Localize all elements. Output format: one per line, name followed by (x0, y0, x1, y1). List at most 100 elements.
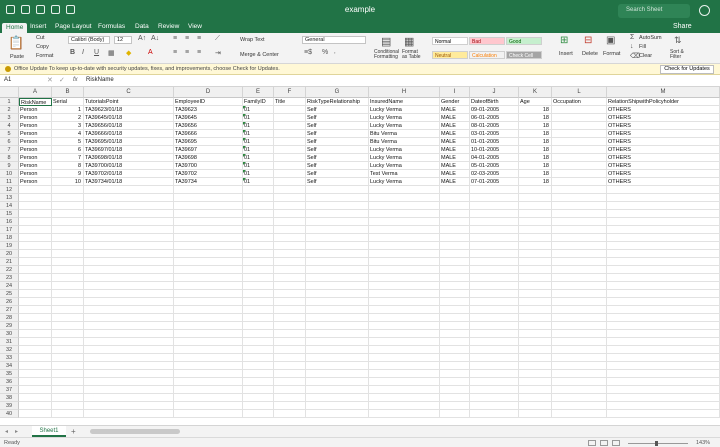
style-bad[interactable]: Bad (469, 37, 505, 45)
table-cell[interactable] (84, 234, 174, 242)
table-cell[interactable]: Person (19, 138, 52, 146)
table-cell[interactable]: 01 (243, 162, 274, 170)
next-sheet-icon[interactable]: ▸ (15, 428, 18, 435)
header-cell[interactable]: EmployeeID (174, 98, 243, 106)
table-cell[interactable] (243, 362, 274, 370)
table-cell[interactable] (607, 274, 720, 282)
table-cell[interactable] (306, 402, 369, 410)
table-cell[interactable] (470, 394, 519, 402)
table-cell[interactable] (174, 322, 243, 330)
table-cell[interactable]: 01 (243, 130, 274, 138)
table-cell[interactable] (607, 402, 720, 410)
table-cell[interactable]: 01 (243, 138, 274, 146)
table-cell[interactable] (369, 242, 440, 250)
align-right-icon[interactable]: ≡ (197, 49, 201, 56)
table-cell[interactable] (52, 394, 84, 402)
table-cell[interactable] (52, 282, 84, 290)
table-cell[interactable] (519, 290, 552, 298)
table-cell[interactable] (52, 226, 84, 234)
table-cell[interactable] (306, 186, 369, 194)
table-cell[interactable] (174, 250, 243, 258)
table-cell[interactable] (440, 410, 470, 418)
table-cell[interactable] (552, 274, 607, 282)
table-cell[interactable] (470, 322, 519, 330)
table-cell[interactable] (440, 394, 470, 402)
table-cell[interactable] (84, 394, 174, 402)
table-cell[interactable] (19, 226, 52, 234)
name-box[interactable]: A1 (4, 77, 34, 85)
table-cell[interactable] (607, 210, 720, 218)
table-cell[interactable]: Test Verma (369, 170, 440, 178)
table-cell[interactable] (174, 370, 243, 378)
table-cell[interactable] (519, 282, 552, 290)
column-header-g[interactable]: G (306, 87, 369, 98)
table-cell[interactable] (552, 138, 607, 146)
table-cell[interactable] (369, 202, 440, 210)
table-cell[interactable] (607, 362, 720, 370)
table-cell[interactable] (607, 250, 720, 258)
table-cell[interactable]: MALE (440, 114, 470, 122)
table-cell[interactable] (174, 194, 243, 202)
fill-color-icon[interactable]: ◆ (126, 49, 131, 57)
table-cell[interactable]: Self (306, 138, 369, 146)
table-cell[interactable] (470, 250, 519, 258)
table-cell[interactable] (243, 234, 274, 242)
table-cell[interactable] (552, 266, 607, 274)
style-neutral[interactable]: Neutral (432, 51, 468, 59)
table-cell[interactable]: Person (19, 146, 52, 154)
table-cell[interactable] (607, 394, 720, 402)
table-cell[interactable]: 01 (243, 146, 274, 154)
table-cell[interactable] (174, 306, 243, 314)
decrease-font-icon[interactable]: A↓ (151, 35, 159, 42)
conditional-formatting-button[interactable]: Conditional Formatting (374, 50, 400, 60)
search-sheet-input[interactable]: Search Sheet (618, 4, 690, 18)
table-cell[interactable] (306, 314, 369, 322)
row-header[interactable]: 36 (0, 378, 19, 386)
table-cell[interactable]: TA39623/01/18 (84, 106, 174, 114)
table-cell[interactable] (274, 370, 306, 378)
table-cell[interactable]: MALE (440, 154, 470, 162)
table-cell[interactable] (19, 402, 52, 410)
table-cell[interactable]: OTHERS (607, 130, 720, 138)
table-cell[interactable] (19, 346, 52, 354)
row-header[interactable]: 6 (0, 138, 19, 146)
row-header[interactable]: 14 (0, 202, 19, 210)
table-cell[interactable]: 4 (52, 130, 84, 138)
style-normal[interactable]: Normal (432, 37, 468, 45)
align-top-icon[interactable]: ≡ (173, 35, 177, 42)
table-cell[interactable]: Self (306, 146, 369, 154)
table-cell[interactable] (84, 362, 174, 370)
row-header[interactable]: 7 (0, 146, 19, 154)
table-cell[interactable] (552, 234, 607, 242)
table-cell[interactable] (274, 218, 306, 226)
table-cell[interactable]: TA39734/01/18 (84, 178, 174, 186)
row-header[interactable]: 16 (0, 218, 19, 226)
column-header-b[interactable]: B (52, 87, 84, 98)
table-cell[interactable] (607, 346, 720, 354)
table-cell[interactable] (607, 226, 720, 234)
row-header[interactable]: 3 (0, 114, 19, 122)
table-cell[interactable] (440, 362, 470, 370)
column-header-i[interactable]: I (440, 87, 470, 98)
table-cell[interactable] (243, 346, 274, 354)
borders-icon[interactable]: ▦ (108, 49, 115, 57)
table-cell[interactable] (243, 394, 274, 402)
table-cell[interactable] (243, 330, 274, 338)
table-cell[interactable] (52, 234, 84, 242)
table-cell[interactable] (243, 402, 274, 410)
table-cell[interactable]: TA39700/01/18 (84, 162, 174, 170)
table-cell[interactable] (19, 234, 52, 242)
table-cell[interactable] (369, 250, 440, 258)
table-cell[interactable]: 03-01-2005 (470, 130, 519, 138)
table-cell[interactable] (470, 306, 519, 314)
table-cell[interactable]: Self (306, 130, 369, 138)
table-cell[interactable]: 01 (243, 170, 274, 178)
column-header-j[interactable]: J (470, 87, 519, 98)
sheet-tab-sheet1[interactable]: Sheet1 (32, 426, 66, 437)
table-cell[interactable] (84, 274, 174, 282)
table-cell[interactable] (174, 338, 243, 346)
italic-icon[interactable]: I (82, 49, 84, 56)
table-cell[interactable] (470, 202, 519, 210)
table-cell[interactable] (52, 218, 84, 226)
table-cell[interactable] (306, 386, 369, 394)
